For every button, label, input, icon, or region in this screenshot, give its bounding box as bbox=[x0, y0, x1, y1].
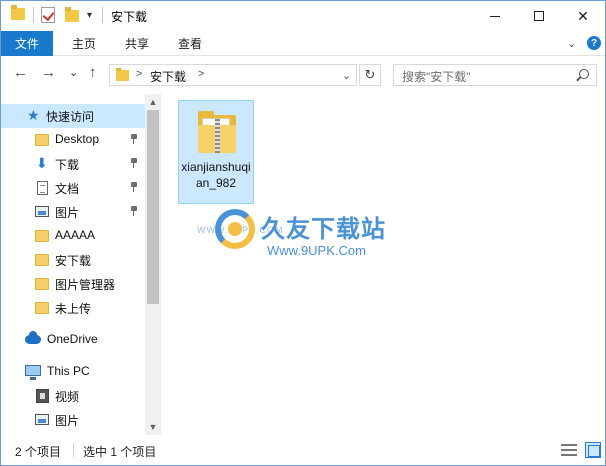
file-list[interactable]: xianjianshuqian_982 WWW.9UPK.COM 久友下载站 W… bbox=[161, 94, 605, 435]
sidebar-item-label: 图片管理器 bbox=[55, 278, 116, 292]
up-button[interactable]: ↑ bbox=[89, 64, 97, 81]
file-name: xianjianshuqian_982 bbox=[181, 160, 251, 190]
sidebar-item-downloads[interactable]: ⬇ 下载 bbox=[1, 152, 145, 176]
navigation-pane: ★ 快速访问 Desktop ⬇ 下载 文档 图片 AAAAA 安下载 图片管理… bbox=[1, 94, 161, 435]
sidebar-item-label: 视频 bbox=[55, 390, 80, 404]
maximize-button[interactable] bbox=[517, 1, 561, 31]
forward-button[interactable]: → bbox=[41, 64, 56, 81]
pin-icon bbox=[130, 206, 138, 216]
recent-locations-button[interactable]: ⌄ bbox=[69, 66, 78, 79]
sidebar-item-quick-access[interactable]: ★ 快速访问 bbox=[1, 104, 145, 128]
tab-file[interactable]: 文件 bbox=[1, 31, 53, 56]
item-count: 2 个项目 bbox=[15, 445, 62, 459]
video-icon bbox=[36, 389, 49, 403]
sidebar-item-onedrive[interactable]: OneDrive bbox=[1, 328, 145, 352]
pin-icon bbox=[130, 134, 138, 144]
sidebar-item-aaaaa[interactable]: AAAAA bbox=[1, 224, 145, 248]
refresh-button[interactable]: ↻ bbox=[359, 64, 381, 86]
watermark: WWW.9UPK.COM 久友下载站 Www.9UPK.Com bbox=[197, 207, 395, 267]
zip-folder-icon bbox=[198, 111, 236, 153]
maximize-icon bbox=[534, 11, 544, 21]
sidebar-item-label: 快速访问 bbox=[46, 110, 95, 124]
sidebar-item-documents[interactable]: 文档 bbox=[1, 176, 145, 200]
sidebar-item-label: 未上传 bbox=[55, 302, 92, 316]
sidebar-item-this-pc[interactable]: This PC bbox=[1, 360, 145, 384]
large-icons-view-icon[interactable] bbox=[585, 442, 601, 458]
sidebar-item-label: 安下载 bbox=[55, 254, 92, 268]
explorer-window: ▾ 安下载 ✕ 文件 主页 共享 查看 ⌄ ? ← → ⌄ ↑ > 安下载 > … bbox=[0, 0, 606, 466]
selection-count: 选中 1 个项目 bbox=[83, 445, 157, 459]
sidebar-item-label: This PC bbox=[47, 364, 90, 378]
folder-icon bbox=[35, 278, 49, 290]
folder-icon bbox=[116, 68, 129, 81]
sidebar-item-label: 图片 bbox=[55, 206, 80, 220]
sidebar-item-label: 图片 bbox=[55, 414, 80, 428]
quick-access-dropdown-icon[interactable]: ▾ bbox=[87, 10, 92, 21]
expand-ribbon-icon[interactable]: ⌄ bbox=[567, 37, 576, 50]
breadcrumb-separator[interactable]: > bbox=[198, 68, 204, 80]
breadcrumb-current[interactable]: 安下载 bbox=[150, 68, 186, 85]
folder-icon bbox=[35, 302, 49, 314]
folder-icon bbox=[35, 230, 49, 242]
back-button[interactable]: ← bbox=[13, 64, 28, 81]
watermark-brand: 久友下载站 bbox=[261, 216, 386, 243]
tab-view[interactable]: 查看 bbox=[178, 31, 202, 56]
sidebar-item-label: OneDrive bbox=[47, 332, 98, 346]
search-input[interactable]: 搜索"安下载" bbox=[393, 64, 597, 86]
sidebar-item-pictures-pc[interactable]: 图片 bbox=[1, 408, 145, 432]
scrollbar-thumb[interactable] bbox=[147, 110, 159, 304]
document-icon bbox=[37, 181, 48, 195]
folder-icon bbox=[35, 254, 49, 266]
close-button[interactable]: ✕ bbox=[561, 1, 605, 31]
search-icon[interactable] bbox=[579, 69, 589, 79]
divider bbox=[73, 443, 74, 457]
close-icon: ✕ bbox=[577, 7, 589, 24]
title-bar: ▾ 安下载 ✕ bbox=[1, 1, 605, 31]
details-view-icon[interactable] bbox=[561, 443, 577, 457]
scroll-down-icon[interactable]: ▼ bbox=[145, 419, 161, 435]
minimize-icon bbox=[490, 15, 500, 17]
file-item[interactable]: xianjianshuqian_982 bbox=[178, 100, 254, 204]
download-arrow-icon: ⬇ bbox=[36, 155, 48, 171]
minimize-button[interactable] bbox=[473, 1, 517, 31]
pin-icon bbox=[130, 182, 138, 192]
picture-icon bbox=[35, 206, 49, 217]
window-title: 安下载 bbox=[111, 10, 148, 24]
sidebar-scrollbar[interactable]: ▲ ▼ bbox=[145, 94, 161, 435]
sidebar-item-not-uploaded[interactable]: 未上传 bbox=[1, 296, 145, 320]
address-bar[interactable]: > 安下载 > ⌄ bbox=[109, 64, 357, 86]
sidebar-item-label: 文档 bbox=[55, 182, 80, 196]
watermark-logo-icon bbox=[215, 209, 255, 249]
sidebar-item-picture-manager[interactable]: 图片管理器 bbox=[1, 272, 145, 296]
sidebar-item-pictures[interactable]: 图片 bbox=[1, 200, 145, 224]
ribbon-tabs: 文件 主页 共享 查看 ⌄ ? bbox=[1, 31, 605, 56]
new-folder-icon[interactable] bbox=[65, 7, 79, 22]
breadcrumb-separator[interactable]: > bbox=[136, 68, 142, 80]
sidebar-item-videos[interactable]: 视频 bbox=[1, 384, 145, 408]
divider bbox=[33, 7, 34, 23]
sidebar-item-desktop[interactable]: Desktop bbox=[1, 128, 145, 152]
star-icon: ★ bbox=[27, 107, 40, 123]
sidebar-item-label: Desktop bbox=[55, 132, 100, 146]
status-bar: 2 个项目 选中 1 个项目 bbox=[1, 435, 605, 465]
pin-icon bbox=[130, 158, 138, 168]
navigation-bar: ← → ⌄ ↑ > 安下载 > ⌄ ↻ 搜索"安下载" bbox=[1, 56, 605, 94]
properties-check-icon[interactable] bbox=[41, 7, 55, 23]
help-icon[interactable]: ? bbox=[587, 36, 601, 50]
tab-share[interactable]: 共享 bbox=[125, 31, 149, 56]
scroll-up-icon[interactable]: ▲ bbox=[145, 94, 161, 110]
sidebar-item-label: 下载 bbox=[55, 158, 80, 172]
sidebar-item-anxiazai[interactable]: 安下载 bbox=[1, 248, 145, 272]
picture-icon bbox=[35, 414, 49, 425]
address-dropdown-icon[interactable]: ⌄ bbox=[342, 69, 351, 82]
divider bbox=[102, 7, 103, 23]
watermark-url: Www.9UPK.Com bbox=[267, 243, 366, 258]
tab-home[interactable]: 主页 bbox=[72, 31, 96, 56]
search-placeholder: 搜索"安下载" bbox=[402, 70, 471, 84]
computer-icon bbox=[25, 365, 41, 380]
cloud-icon bbox=[25, 331, 41, 344]
folder-icon bbox=[11, 5, 25, 20]
folder-icon bbox=[35, 134, 49, 146]
sidebar-item-label: AAAAA bbox=[55, 228, 96, 242]
